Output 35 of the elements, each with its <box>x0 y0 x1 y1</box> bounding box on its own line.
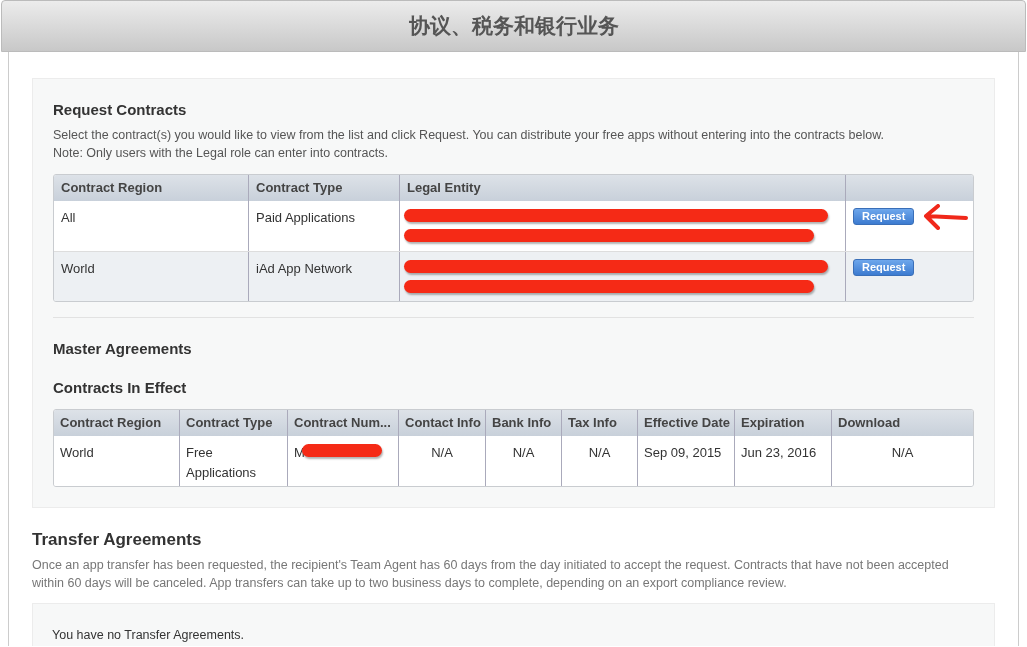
window-title: 协议、税务和银行业务 <box>408 13 619 40</box>
column-header: Contract Type <box>179 409 287 436</box>
column-header: Contract Region <box>60 178 164 197</box>
table-cell-text: World <box>59 443 95 462</box>
column-header: Legal Entity <box>399 174 845 201</box>
note-text: Note: Only users with the Legal role can enter into contracts. <box>53 144 389 162</box>
table-cell: Paid Applications <box>248 200 399 251</box>
column-header: Contract Type <box>248 174 399 201</box>
column-header: Bank Info <box>485 409 561 436</box>
request-button[interactable]: Request <box>853 258 915 276</box>
request-button[interactable]: Request <box>853 207 915 225</box>
column-header: Download <box>831 409 973 436</box>
table-cell: Sep 09, 2015 <box>637 435 734 486</box>
table-cell-text: N/A <box>891 443 914 462</box>
column-header: Effective Date <box>637 409 734 436</box>
section-heading: Contracts In Effect <box>53 378 188 398</box>
section-heading: Transfer Agreements <box>32 528 203 551</box>
table-cell: Free Applications <box>179 435 287 486</box>
table-cell: iAd App Network <box>248 251 399 301</box>
description-text: Once an app transfer has been requested, the recipient's Team Agent has 60 days from the day initiated to accept the request. Contracts that have not been accepted within 60 days will be canceled. App transfers can take up to two business days to complete, depending on an export compliance review. <box>32 557 950 592</box>
table-cell-text: N/A <box>512 443 535 462</box>
column-header: Tax Info <box>561 409 637 436</box>
column-header: Contact Info <box>398 409 485 436</box>
section-heading: Request Contracts <box>53 100 188 120</box>
column-header: Expiration <box>734 409 831 436</box>
table-cell-text: N/A <box>431 443 453 462</box>
empty-message: You have no Transfer Agreements. <box>52 628 245 642</box>
table-cell-text: World <box>60 259 96 278</box>
table-cell: Jun 23, 2016 <box>734 435 831 486</box>
table-cell-text: N/A <box>588 443 611 462</box>
table-cell-text: All <box>60 208 77 227</box>
section-heading: Master Agreements <box>53 338 193 359</box>
column-header: Contract Num... <box>287 409 398 436</box>
description-text: Select the contract(s) you would like to view from the list and click Request. You can distribute your free apps without entering into the contracts below. <box>53 126 885 144</box>
column-header: Contract Region <box>59 413 163 432</box>
